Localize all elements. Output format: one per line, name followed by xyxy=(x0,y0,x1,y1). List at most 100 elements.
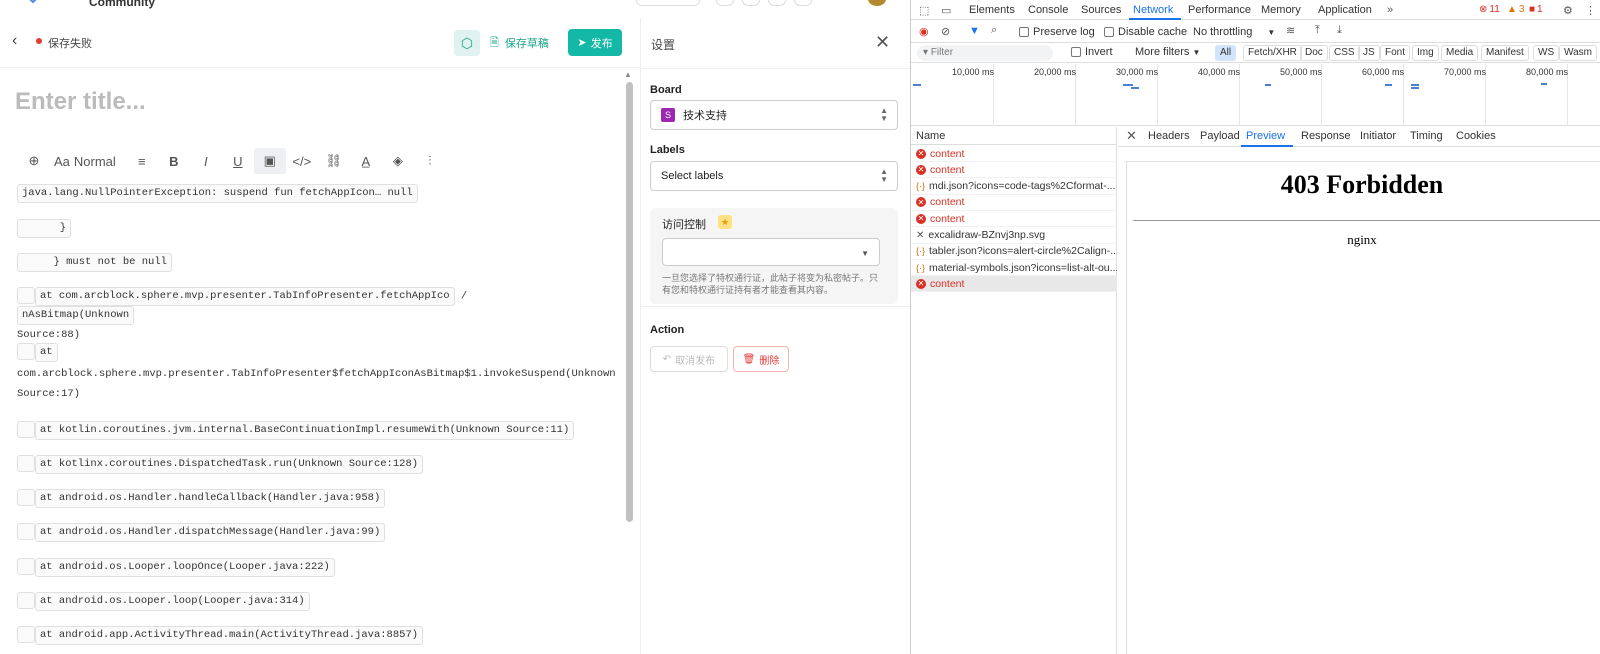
request-row[interactable]: {·} tabler.json?icons=alert-circle%2Calig… xyxy=(911,244,1117,260)
tab-preview[interactable]: Preview xyxy=(1246,130,1285,142)
title-input[interactable]: Enter title... xyxy=(15,88,146,116)
text-style-dropdown[interactable]: Aa Normal xyxy=(50,148,126,174)
back-icon[interactable]: ‹ xyxy=(12,32,17,50)
more-options-button[interactable]: ⫶ xyxy=(414,148,446,174)
header-icon-button[interactable] xyxy=(794,0,812,6)
image-button[interactable]: ▣ xyxy=(253,148,286,174)
code-paragraph: } must not be null xyxy=(17,253,172,272)
editor-scrollbar-thumb[interactable] xyxy=(626,82,633,522)
type-filter-manifest[interactable]: Manifest xyxy=(1481,45,1529,61)
header-icon-button[interactable] xyxy=(716,0,734,6)
timeline-request-mark xyxy=(1131,87,1139,89)
tab-initiator[interactable]: Initiator xyxy=(1360,130,1396,142)
request-row[interactable]: ✕ content xyxy=(911,162,1117,179)
type-filter-all[interactable]: All xyxy=(1215,45,1237,61)
clear-icon[interactable]: ⊘ xyxy=(941,25,950,38)
publish-label: 发布 xyxy=(590,37,613,50)
invert-checkbox[interactable]: Invert xyxy=(1071,46,1113,58)
settings-toggle-button[interactable]: ⬡ xyxy=(454,30,480,56)
error-count-badge[interactable]: ⊗ 11 xyxy=(1479,4,1500,15)
tab-cookies[interactable]: Cookies xyxy=(1456,130,1496,142)
tab-timing[interactable]: Timing xyxy=(1410,130,1443,142)
network-overview-timeline[interactable]: 10,000 ms 20,000 ms 30,000 ms 40,000 ms … xyxy=(911,64,1600,126)
kebab-menu-icon[interactable]: ⋮ xyxy=(1585,4,1596,17)
throttling-select[interactable]: No throttling ▼ xyxy=(1193,26,1275,38)
warning-icon: ▲ xyxy=(1507,4,1517,15)
link-button[interactable]: ⛓ xyxy=(318,148,350,174)
unpublish-label: 取消发布 xyxy=(675,355,716,367)
tab-sources[interactable]: Sources xyxy=(1081,4,1121,16)
request-row[interactable]: ✕ content xyxy=(911,276,1117,293)
tab-response[interactable]: Response xyxy=(1301,130,1351,142)
request-row[interactable]: ✕ content xyxy=(911,211,1117,228)
request-row[interactable]: ✕ content xyxy=(911,195,1117,211)
type-filter-font[interactable]: Font xyxy=(1380,45,1411,61)
request-row[interactable]: {·} mdi.json?icons=code-tags%2Cformat-... xyxy=(911,179,1117,195)
align-button[interactable]: ≡ xyxy=(126,148,158,174)
device-toolbar-icon[interactable]: ▭ xyxy=(941,4,951,17)
tab-network[interactable]: Network xyxy=(1133,4,1173,16)
type-filter-img[interactable]: Img xyxy=(1412,45,1439,61)
inspect-element-icon[interactable]: ⬚ xyxy=(919,4,929,17)
disable-cache-checkbox[interactable]: Disable cache xyxy=(1104,26,1187,38)
type-filter-media[interactable]: Media xyxy=(1441,45,1479,61)
more-tabs-icon[interactable]: » xyxy=(1387,4,1393,16)
text-color-button[interactable]: A̲ xyxy=(350,148,382,174)
type-filter-doc[interactable]: Doc xyxy=(1300,45,1328,61)
tab-console[interactable]: Console xyxy=(1028,4,1068,16)
editor-content[interactable]: java.lang.NullPointerException: suspend … xyxy=(0,178,620,654)
search-icon[interactable]: ⌕ xyxy=(991,24,997,37)
italic-button[interactable]: I xyxy=(190,148,222,174)
save-draft-button[interactable]: 🗎 保存草稿 xyxy=(490,30,549,56)
wifi-settings-icon[interactable]: ≋ xyxy=(1286,24,1295,37)
inline-code: at com.arcblock.sphere.mvp.presenter.Tab… xyxy=(35,287,455,307)
header-pill-button[interactable] xyxy=(636,0,700,6)
request-row[interactable]: ✕ content xyxy=(911,146,1117,162)
download-icon[interactable]: ⤓ xyxy=(1337,24,1342,37)
request-detail: ✕ Headers Payload Preview Response Initi… xyxy=(1118,127,1600,654)
tab-performance[interactable]: Performance xyxy=(1188,4,1251,16)
unpublish-button[interactable]: ↶ 取消发布 xyxy=(650,346,728,372)
header-icon-button[interactable] xyxy=(768,0,786,6)
request-row[interactable]: {·} material-symbols.json?icons=list-alt-… xyxy=(911,260,1117,277)
insert-block-button[interactable]: ⊕ xyxy=(18,148,50,174)
type-filter-wasm[interactable]: Wasm xyxy=(1559,45,1597,61)
more-filters-dropdown[interactable]: More filters ▼ xyxy=(1135,46,1200,58)
filter-input[interactable]: ▾ Filter xyxy=(917,45,1053,61)
name-column-header[interactable]: Name xyxy=(911,127,1117,145)
issues-count-badge[interactable]: ■ 1 xyxy=(1529,4,1543,15)
type-filter-ws[interactable]: WS xyxy=(1533,45,1560,61)
board-select[interactable]: S 技术支持 ▲ ▼ xyxy=(650,100,898,130)
close-icon[interactable]: ✕ xyxy=(875,32,890,53)
code-button[interactable]: </> xyxy=(286,148,318,174)
delete-button[interactable]: 🗑 删除 xyxy=(733,346,789,372)
publish-button[interactable]: ➤ 发布 xyxy=(568,29,622,56)
tab-elements[interactable]: Elements xyxy=(969,4,1015,16)
tab-application[interactable]: Application xyxy=(1318,4,1372,16)
type-filter-fetch-xhr[interactable]: Fetch/XHR xyxy=(1243,45,1302,61)
underline-button[interactable]: U xyxy=(222,148,254,174)
bold-button[interactable]: B xyxy=(158,148,190,174)
preserve-log-checkbox[interactable]: Preserve log xyxy=(1019,26,1095,38)
request-name: content xyxy=(930,212,965,225)
access-pass-select[interactable]: ▼ xyxy=(662,238,880,266)
warning-count-badge[interactable]: ▲ 3 xyxy=(1507,4,1524,15)
request-row[interactable]: ✕ excalidraw-BZnvj3np.svg xyxy=(911,228,1117,244)
type-filter-css[interactable]: CSS xyxy=(1329,45,1360,61)
upload-icon[interactable]: ⤒ xyxy=(1315,24,1320,37)
filter-icon[interactable]: ▼ xyxy=(969,25,980,37)
tab-headers[interactable]: Headers xyxy=(1148,130,1190,142)
highlight-button[interactable]: ◈ xyxy=(382,148,414,174)
tab-payload[interactable]: Payload xyxy=(1200,130,1240,142)
avatar[interactable] xyxy=(868,0,886,6)
gear-icon[interactable]: ⚙ xyxy=(1563,4,1573,17)
tab-memory[interactable]: Memory xyxy=(1261,4,1301,16)
chevron-down-icon: ▼ xyxy=(1267,28,1276,37)
close-icon[interactable]: ✕ xyxy=(1126,128,1137,144)
type-filter-js[interactable]: JS xyxy=(1358,45,1380,61)
labels-select[interactable]: Select labels ▲ ▼ xyxy=(650,161,898,191)
record-icon[interactable]: ◉ xyxy=(919,25,929,38)
header-icon-button[interactable] xyxy=(742,0,760,6)
scroll-up-arrow-icon[interactable]: ▲ xyxy=(624,70,632,79)
divider xyxy=(641,306,911,307)
